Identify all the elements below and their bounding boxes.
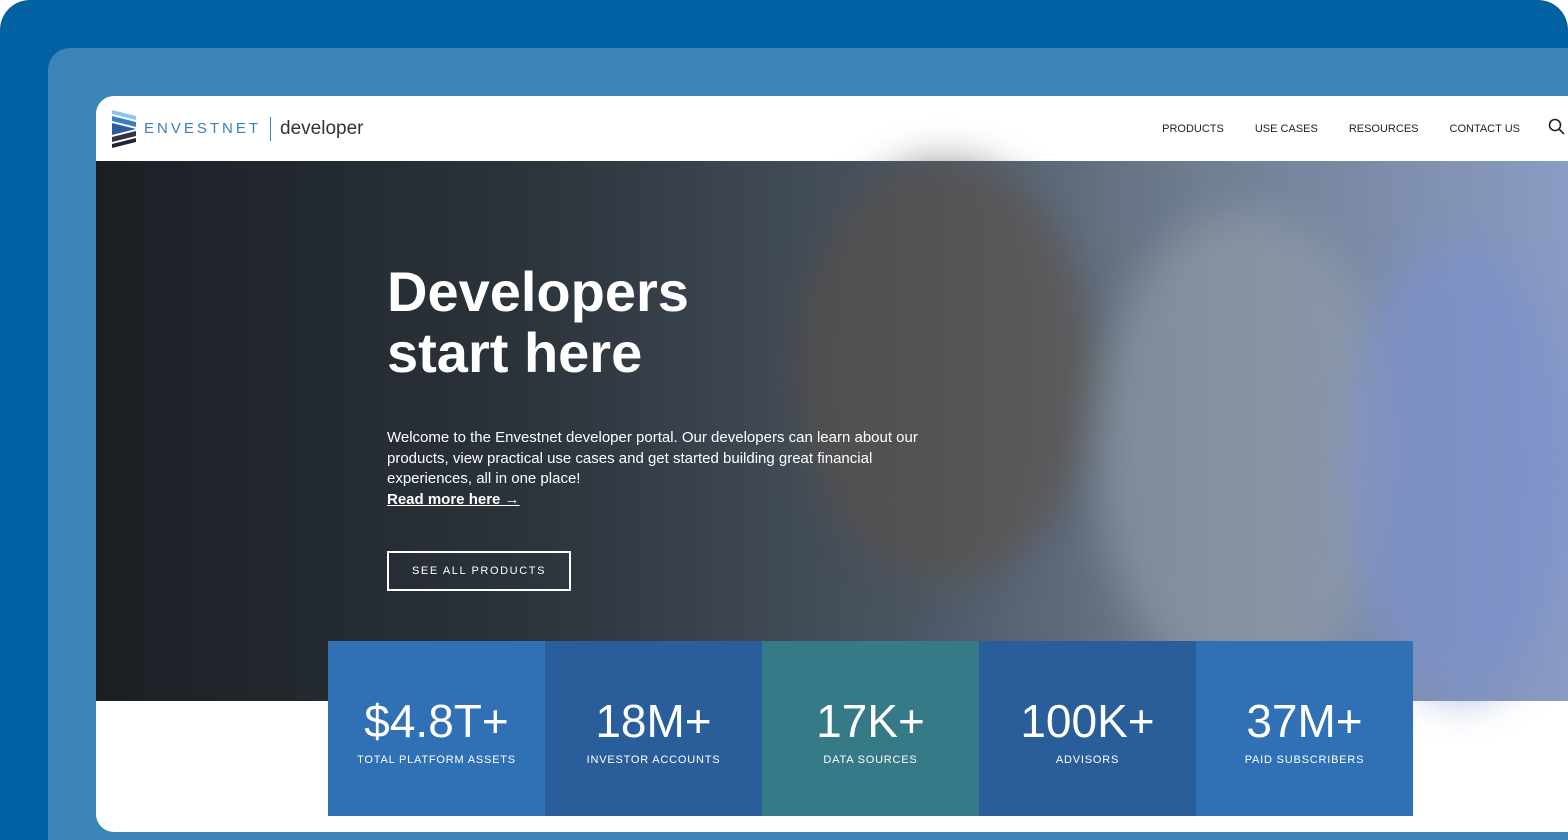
brand-name: ENVESTNET bbox=[144, 120, 262, 137]
stat-label: INVESTOR ACCOUNTS bbox=[586, 754, 721, 766]
stat-label: TOTAL PLATFORM ASSETS bbox=[357, 754, 516, 766]
title-line: start here bbox=[387, 321, 643, 384]
title-line: Developers bbox=[387, 260, 689, 323]
product-name: developer bbox=[280, 117, 364, 139]
stat-value: $4.8T+ bbox=[364, 695, 509, 747]
stat-tile: $4.8T+ TOTAL PLATFORM ASSETS bbox=[328, 641, 545, 816]
hero-description: Welcome to the Envestnet developer porta… bbox=[387, 429, 918, 487]
search-icon[interactable] bbox=[1548, 118, 1566, 136]
logo[interactable]: ENVESTNET developer bbox=[112, 109, 364, 148]
nav-use-cases[interactable]: USE CASES bbox=[1255, 123, 1318, 135]
see-all-products-button[interactable]: SEE ALL PRODUCTS bbox=[387, 550, 572, 591]
stat-label: DATA SOURCES bbox=[823, 754, 918, 766]
main-nav: PRODUCTS USE CASES RESOURCES CONTACT US bbox=[1162, 96, 1520, 161]
nav-contact-us[interactable]: CONTACT US bbox=[1450, 123, 1521, 135]
hero-section: Developers start here Welcome to the Enve… bbox=[96, 161, 1568, 701]
stat-tile: 37M+ PAID SUBSCRIBERS bbox=[1196, 641, 1413, 816]
envestnet-logo-icon bbox=[112, 109, 136, 148]
hero-content: Developers start here Welcome to the Enve… bbox=[387, 261, 927, 591]
stat-value: 18M+ bbox=[595, 695, 712, 747]
site-header: ENVESTNET developer PRODUCTS USE CASES R… bbox=[96, 96, 1568, 161]
stat-value: 17K+ bbox=[816, 695, 925, 747]
hero-image-detail bbox=[1346, 241, 1568, 701]
stat-tile: 18M+ INVESTOR ACCOUNTS bbox=[545, 641, 762, 816]
stat-label: ADVISORS bbox=[1055, 754, 1120, 766]
hero-title: Developers start here bbox=[387, 261, 927, 383]
stat-label: PAID SUBSCRIBERS bbox=[1244, 754, 1365, 766]
stat-value: 37M+ bbox=[1246, 695, 1363, 747]
read-more-link[interactable]: Read more here → bbox=[387, 491, 927, 508]
divider bbox=[270, 116, 272, 141]
stat-value: 100K+ bbox=[1020, 695, 1155, 747]
nav-resources[interactable]: RESOURCES bbox=[1349, 123, 1419, 135]
nav-products[interactable]: PRODUCTS bbox=[1162, 123, 1224, 135]
stat-tile: 17K+ DATA SOURCES bbox=[762, 641, 979, 816]
browser-page: ENVESTNET developer PRODUCTS USE CASES R… bbox=[96, 96, 1568, 832]
stat-tile: 100K+ ADVISORS bbox=[979, 641, 1196, 816]
stats-bar: $4.8T+ TOTAL PLATFORM ASSETS 18M+ INVESTOR … bbox=[328, 641, 1413, 816]
